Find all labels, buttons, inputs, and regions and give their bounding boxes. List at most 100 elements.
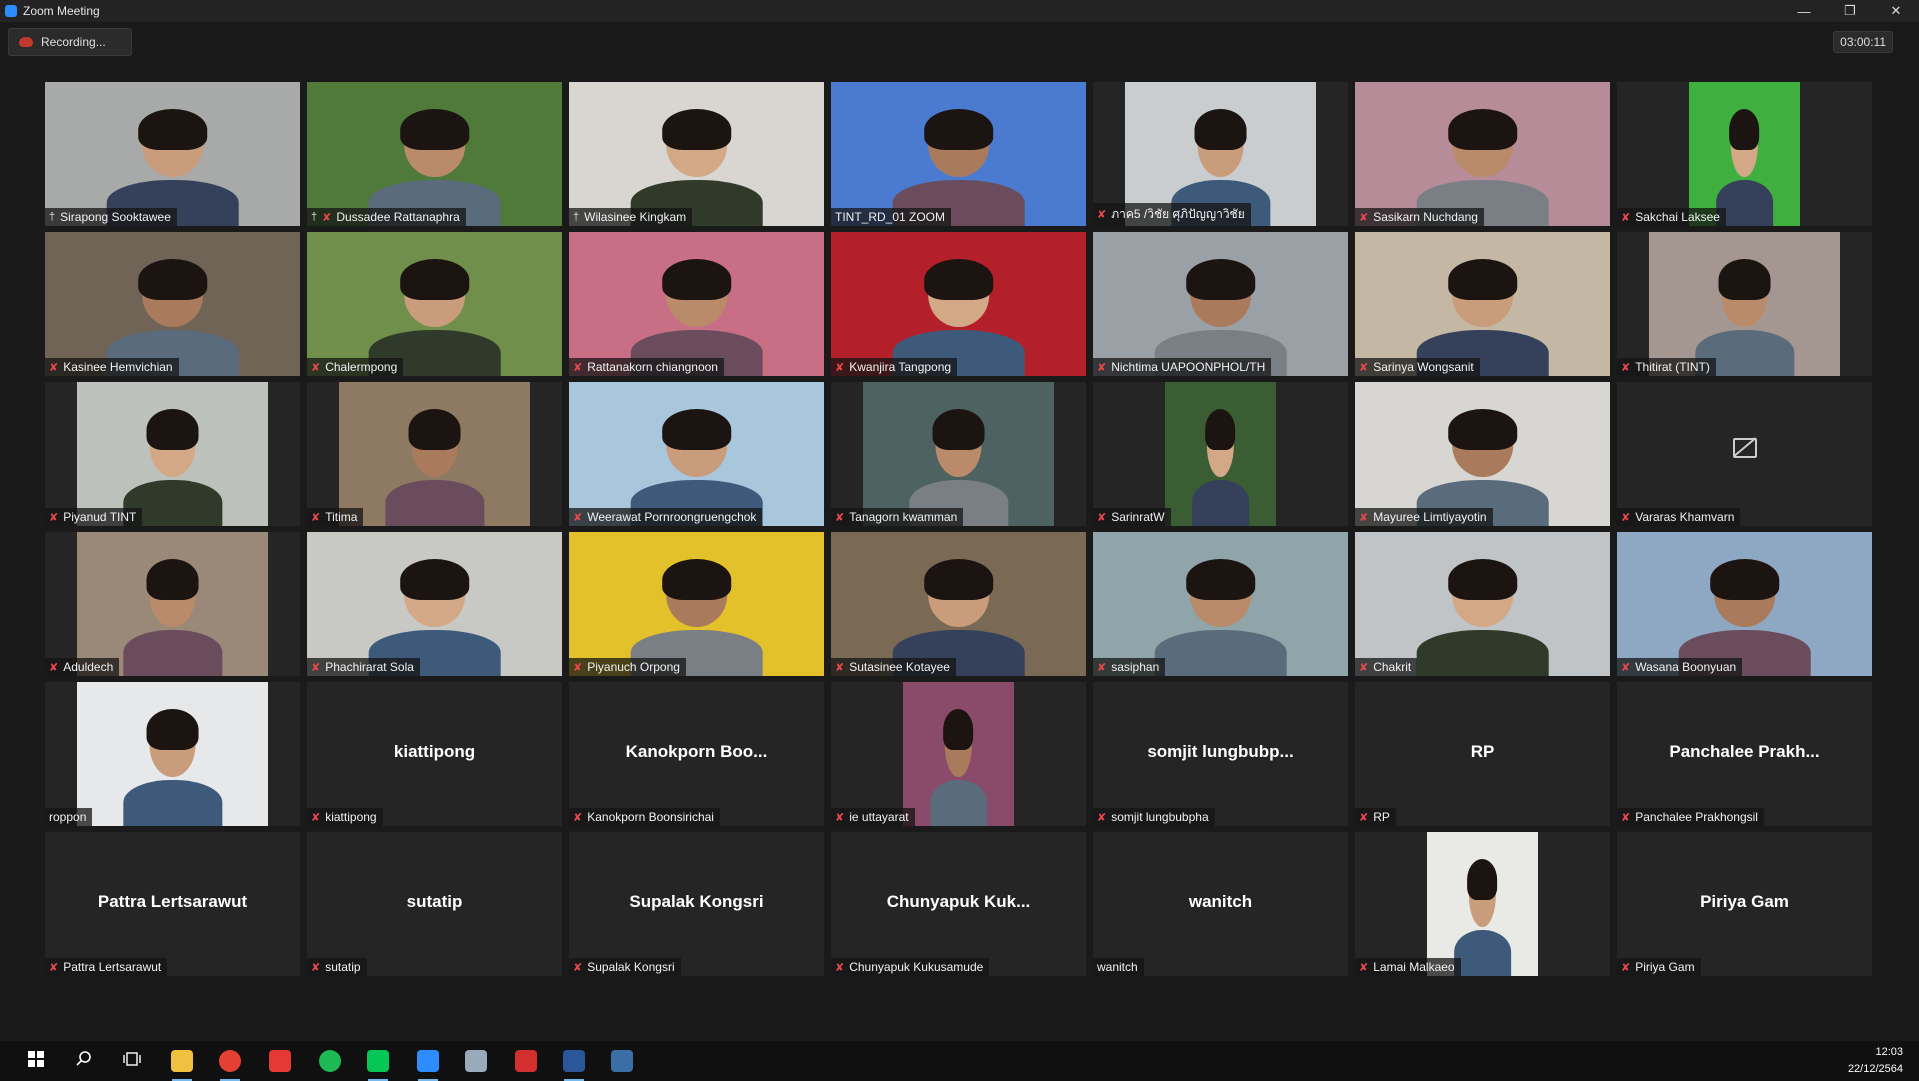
calculator-icon bbox=[611, 1050, 633, 1072]
participant-tile[interactable]: ✘ SarinratW bbox=[1093, 382, 1348, 526]
participant-tile[interactable]: roppon bbox=[45, 682, 300, 826]
participant-name-label: ✘ SarinratW bbox=[1093, 508, 1171, 526]
taskbar-calculator[interactable] bbox=[608, 1047, 636, 1075]
participant-tile[interactable]: ✘ Thitirat (TINT) bbox=[1617, 232, 1872, 376]
participant-name: Sarinya Wongsanit bbox=[1373, 360, 1474, 374]
taskbar-zoom[interactable] bbox=[414, 1047, 442, 1081]
taskbar-file-explorer[interactable] bbox=[168, 1047, 196, 1081]
participant-name: Wasana Boonyuan bbox=[1635, 660, 1737, 674]
taskbar-acrobat[interactable] bbox=[512, 1047, 540, 1075]
recording-indicator[interactable]: Recording... bbox=[8, 28, 132, 56]
muted-mic-icon: ✘ bbox=[573, 511, 583, 524]
taskbar-search[interactable] bbox=[70, 1047, 98, 1075]
participant-name-label: ✘ Rattanakorn chiangnoon bbox=[569, 358, 724, 376]
participant-tile[interactable]: ✘ Weerawat Pornroongruengchok bbox=[569, 382, 824, 526]
participant-name: Nichtima UAPOONPHOL/TH bbox=[1111, 360, 1266, 374]
participant-tile[interactable]: TINT_RD_01 ZOOM bbox=[831, 82, 1086, 226]
muted-mic-icon: ✘ bbox=[573, 661, 583, 674]
participant-tile[interactable]: ✘ sasiphan bbox=[1093, 532, 1348, 676]
taskbar-paint[interactable] bbox=[462, 1047, 490, 1075]
participant-tile[interactable]: ✘ Nichtima UAPOONPHOL/TH bbox=[1093, 232, 1348, 376]
participant-name: SarinratW bbox=[1111, 510, 1165, 524]
participant-tile[interactable]: ✘ Titima bbox=[307, 382, 562, 526]
participant-tile[interactable]: Piriya Gam ✘ Piriya Gam bbox=[1617, 832, 1872, 976]
participant-name-label: ✘ Pattra Lertsarawut bbox=[45, 958, 168, 976]
participant-name: Phachirarat Sola bbox=[325, 660, 414, 674]
participant-tile[interactable]: Supalak Kongsri ✘ Supalak Kongsri bbox=[569, 832, 824, 976]
participant-tile[interactable]: ✘ Sutasinee Kotayee bbox=[831, 532, 1086, 676]
participant-tile[interactable]: ✘ Kasinee Hemvichian bbox=[45, 232, 300, 376]
participant-video bbox=[307, 532, 562, 676]
muted-mic-icon: ✘ bbox=[311, 361, 321, 374]
participant-tile[interactable]: ✘ Piyanud TINT bbox=[45, 382, 300, 526]
taskbar-spotify[interactable] bbox=[316, 1047, 344, 1075]
participant-name-label: ✘ Titima bbox=[307, 508, 364, 526]
muted-mic-icon: ✘ bbox=[573, 811, 583, 824]
minimize-button[interactable]: — bbox=[1781, 0, 1827, 22]
participant-name-label: ✘ Sakchai Laksee bbox=[1617, 208, 1726, 226]
participant-name-label: † Wilasinee Kingkam bbox=[569, 208, 693, 226]
participant-tile[interactable]: ✘ Chalermpong bbox=[307, 232, 562, 376]
participant-name: Pattra Lertsarawut bbox=[63, 960, 162, 974]
window-title: Zoom Meeting bbox=[23, 4, 100, 18]
participant-tile[interactable]: ✘ Sasikarn Nuchdang bbox=[1355, 82, 1610, 226]
muted-mic-icon: ✘ bbox=[573, 361, 583, 374]
participant-video bbox=[569, 82, 824, 226]
participant-tile[interactable]: ✘ Chakrit bbox=[1355, 532, 1610, 676]
participant-display-name: Pattra Lertsarawut bbox=[97, 892, 248, 911]
participant-name: Sasikarn Nuchdang bbox=[1373, 210, 1478, 224]
participant-tile[interactable]: sutatip ✘ sutatip bbox=[307, 832, 562, 976]
taskbar-line[interactable] bbox=[364, 1047, 392, 1081]
participant-video bbox=[307, 232, 562, 376]
participant-tile[interactable]: ✘ Piyanuch Orpong bbox=[569, 532, 824, 676]
taskbar-start[interactable] bbox=[22, 1047, 50, 1075]
participant-tile[interactable]: ✘ Wasana Boonyuan bbox=[1617, 532, 1872, 676]
participant-name: sutatip bbox=[325, 960, 361, 974]
taskbar-word[interactable] bbox=[560, 1047, 588, 1081]
participant-tile[interactable]: † Wilasinee Kingkam bbox=[569, 82, 824, 226]
participant-tile[interactable]: ✘ Mayuree Limtiyayotin bbox=[1355, 382, 1610, 526]
participant-name: Sutasinee Kotayee bbox=[849, 660, 950, 674]
participant-tile[interactable]: ✘ Kwanjira Tangpong bbox=[831, 232, 1086, 376]
muted-mic-icon: ✘ bbox=[1097, 361, 1107, 374]
participant-tile[interactable]: ✘ Sakchai Laksee bbox=[1617, 82, 1872, 226]
muted-mic-icon: ✘ bbox=[311, 511, 321, 524]
muted-mic-icon: ✘ bbox=[1097, 661, 1107, 674]
participant-name-label: ✘ Chakrit bbox=[1355, 658, 1418, 676]
participant-tile[interactable]: RP ✘ RP bbox=[1355, 682, 1610, 826]
close-button[interactable]: ✕ bbox=[1873, 0, 1919, 22]
participant-tile[interactable]: ✘ Sarinya Wongsanit bbox=[1355, 232, 1610, 376]
muted-mic-icon: ✘ bbox=[1097, 811, 1107, 824]
system-clock[interactable]: 12:03 22/12/2564 bbox=[1848, 1044, 1903, 1078]
participant-display-name: Kanokporn Boo... bbox=[625, 742, 768, 761]
gallery-grid: † Sirapong Sooktawee † ✘ Dussadee Rattanaphr… bbox=[45, 82, 1872, 976]
participant-name-label: ✘ Aduldech bbox=[45, 658, 120, 676]
participant-tile[interactable]: ✘ Lamai Malkaeo bbox=[1355, 832, 1610, 976]
participant-tile[interactable]: kiattipong ✘ kiattipong bbox=[307, 682, 562, 826]
participant-video bbox=[339, 382, 530, 526]
participant-tile[interactable]: somjit lungbubp... ✘ somjit lungbubpha bbox=[1093, 682, 1348, 826]
participant-tile[interactable]: ✘ ภาค5 /วิชัย ศุภิปัญญาวิชัย bbox=[1093, 82, 1348, 226]
participant-tile[interactable]: wanitch wanitch bbox=[1093, 832, 1348, 976]
clock-date: 22/12/2564 bbox=[1847, 1063, 1903, 1075]
participant-name: Thitirat (TINT) bbox=[1635, 360, 1710, 374]
participant-tile[interactable]: Kanokporn Boo... ✘ Kanokporn Boonsirichai bbox=[569, 682, 824, 826]
participant-tile[interactable]: Panchalee Prakh... ✘ Panchalee Prakhongsil bbox=[1617, 682, 1872, 826]
participant-tile[interactable]: ✘ Tanagorn kwamman bbox=[831, 382, 1086, 526]
participant-name: Chunyapuk Kukusamude bbox=[849, 960, 984, 974]
taskbar-task-view[interactable] bbox=[118, 1047, 146, 1075]
participant-tile[interactable]: ✘ Vararas Khamvarn bbox=[1617, 382, 1872, 526]
taskbar-chrome[interactable] bbox=[216, 1047, 244, 1081]
muted-mic-icon: ✘ bbox=[1621, 511, 1631, 524]
participant-tile[interactable]: ✘ Rattanakorn chiangnoon bbox=[569, 232, 824, 376]
restore-button[interactable]: ❐ bbox=[1827, 0, 1873, 22]
participant-display-name: Chunyapuk Kuk... bbox=[886, 892, 1031, 911]
participant-tile[interactable]: Pattra Lertsarawut ✘ Pattra Lertsarawut bbox=[45, 832, 300, 976]
participant-tile[interactable]: ✘ ie uttayarat bbox=[831, 682, 1086, 826]
participant-tile[interactable]: † ✘ Dussadee Rattanaphra bbox=[307, 82, 562, 226]
taskbar-wps[interactable] bbox=[266, 1047, 294, 1075]
participant-tile[interactable]: Chunyapuk Kuk... ✘ Chunyapuk Kukusamude bbox=[831, 832, 1086, 976]
participant-tile[interactable]: ✘ Aduldech bbox=[45, 532, 300, 676]
participant-tile[interactable]: ✘ Phachirarat Sola bbox=[307, 532, 562, 676]
participant-tile[interactable]: † Sirapong Sooktawee bbox=[45, 82, 300, 226]
